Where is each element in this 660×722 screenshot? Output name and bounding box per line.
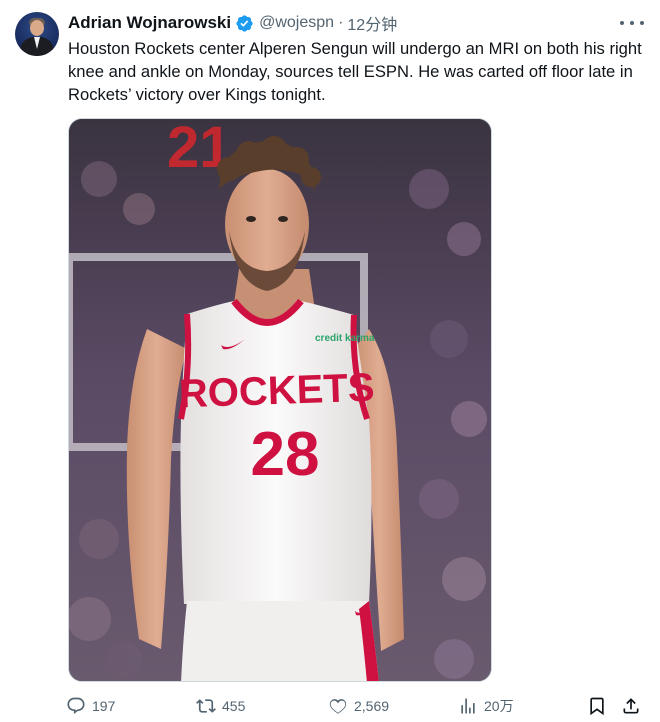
- share-icon[interactable]: [620, 694, 642, 718]
- tweet: Adrian Wojnarowski @wojespn · 12分钟 Houst…: [0, 0, 660, 722]
- like-button[interactable]: 2,569: [328, 694, 389, 718]
- jersey-number: 28: [251, 420, 320, 489]
- sponsor-patch: credit karma: [315, 333, 375, 344]
- like-icon: [329, 699, 347, 714]
- bookmark-icon[interactable]: [586, 694, 608, 718]
- author-avatar[interactable]: [15, 12, 59, 56]
- reply-icon: [67, 697, 85, 714]
- repost-button[interactable]: 455: [196, 694, 245, 718]
- tweet-timestamp[interactable]: 12分钟: [347, 11, 397, 35]
- tweet-photo[interactable]: 21 credit karma ROCKETS 28: [68, 118, 492, 682]
- reply-count: 197: [92, 698, 116, 714]
- tweet-actions: 197 455 2,569 20万: [66, 694, 646, 718]
- author-handle[interactable]: @wojespn: [259, 14, 334, 32]
- jersey-wordmark: ROCKETS: [178, 366, 375, 417]
- player-photo: 21 credit karma ROCKETS 28: [69, 119, 491, 681]
- author-name[interactable]: Adrian Wojnarowski: [68, 13, 231, 33]
- tweet-header: Adrian Wojnarowski @wojespn · 12分钟: [68, 12, 397, 34]
- verified-badge-icon[interactable]: [235, 14, 254, 33]
- like-count: 2,569: [354, 698, 390, 714]
- repost-icon: [196, 699, 216, 713]
- views-button[interactable]: 20万: [458, 694, 514, 718]
- more-dots-icon[interactable]: [620, 16, 644, 30]
- reply-button[interactable]: 197: [66, 694, 115, 718]
- views-icon: [461, 698, 475, 714]
- separator-dot: ·: [338, 14, 344, 31]
- repost-count: 455: [222, 698, 246, 714]
- tweet-text: Houston Rockets center Alperen Sengun wi…: [68, 39, 642, 104]
- views-count: 20万: [484, 698, 514, 714]
